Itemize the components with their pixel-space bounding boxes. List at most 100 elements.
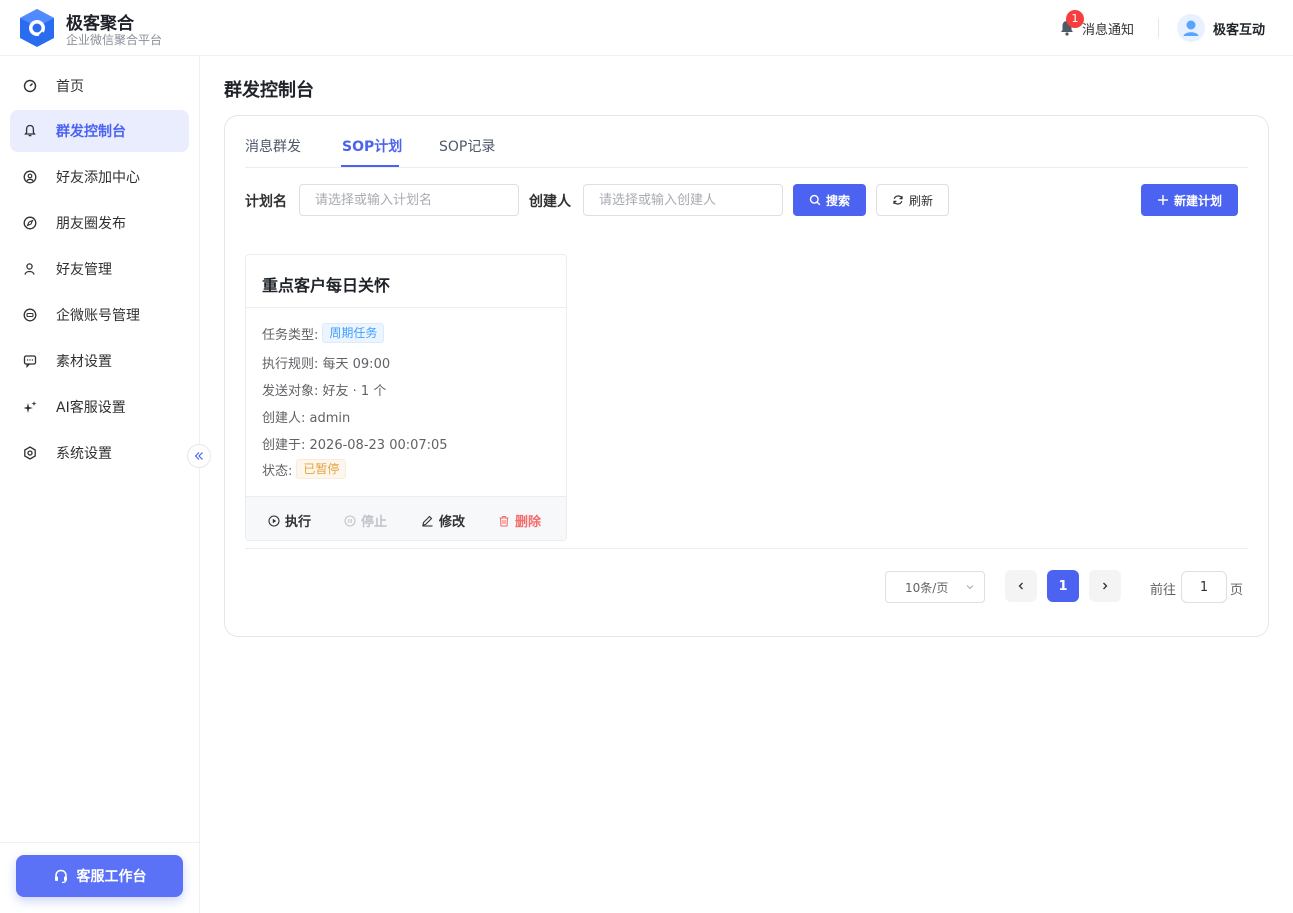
- edit-button[interactable]: 修改: [421, 511, 465, 530]
- execute-button[interactable]: 执行: [268, 511, 311, 530]
- sidebar-item-label: 朋友圈发布: [56, 216, 126, 232]
- header-divider: [1158, 18, 1159, 38]
- delete-button[interactable]: 删除: [498, 511, 541, 530]
- plan-name-input[interactable]: [299, 184, 519, 216]
- sparkle-icon: [22, 399, 38, 415]
- user-name[interactable]: 极客互动: [1213, 19, 1265, 38]
- trash-icon: [499, 515, 509, 527]
- service-workbench-label: 客服工作台: [76, 869, 147, 885]
- sidebar-item-materials[interactable]: 素材设置: [10, 340, 189, 382]
- status-badge: 已暂停: [296, 459, 347, 479]
- user-avatar-icon[interactable]: [1177, 14, 1205, 42]
- tab-sop-plan[interactable]: SOP计划: [342, 136, 402, 156]
- search-button[interactable]: 搜索: [793, 184, 866, 216]
- sidebar-item-label: 素材设置: [56, 354, 112, 370]
- sidebar-item-friends[interactable]: 好友管理: [10, 248, 189, 290]
- gear-icon: [22, 445, 38, 461]
- sidebar-item-label: 好友管理: [56, 262, 112, 278]
- tab-sop-record[interactable]: SOP记录: [439, 136, 495, 156]
- page-suffix-label: 页: [1230, 583, 1244, 598]
- top-header: 极客聚合 企业微信聚合平台 消息通知 1 极客互动: [0, 0, 1293, 56]
- next-page-button[interactable]: [1089, 570, 1121, 602]
- chevron-down-icon: [966, 585, 974, 590]
- creator-label: 创建人: [529, 194, 571, 210]
- chat-icon: [22, 353, 38, 369]
- content-panel: 消息群发 SOP计划 SOP记录 计划名 创建人 搜索 刷新 新建计划 重点客户…: [224, 115, 1269, 637]
- sidebar-item-settings[interactable]: 系统设置: [10, 432, 189, 474]
- plan-type-label: 任务类型:: [262, 327, 319, 343]
- new-plan-button-label: 新建计划: [1173, 193, 1222, 208]
- account-icon: [22, 307, 38, 323]
- sidebar-item-label: 好友添加中心: [56, 170, 140, 186]
- refresh-icon: [893, 195, 903, 205]
- plan-target: 发送对象: 好友 · 1 个: [262, 384, 387, 399]
- sop-plan-card: 重点客户每日关怀 任务类型: 周期任务 执行规则: 每天 09:00 发送对象:…: [245, 254, 567, 541]
- sidebar-item-home[interactable]: 首页: [10, 65, 189, 107]
- pagination-divider: [245, 548, 1248, 549]
- plan-rule: 执行规则: 每天 09:00: [262, 357, 391, 372]
- plan-created-at: 创建于: 2026-08-23 00:07:05: [262, 438, 448, 453]
- stop-label: 停止: [361, 515, 388, 530]
- new-plan-button[interactable]: 新建计划: [1141, 184, 1238, 216]
- tab-bar: 消息群发 SOP计划 SOP记录: [245, 116, 1248, 168]
- sidebar-item-wecom-accounts[interactable]: 企微账号管理: [10, 294, 189, 336]
- tab-broadcast[interactable]: 消息群发: [245, 136, 301, 156]
- plan-creator: 创建人: admin: [262, 411, 351, 426]
- plan-status-label: 状态:: [262, 463, 293, 479]
- user-add-icon: [22, 169, 38, 185]
- prev-page-button[interactable]: [1005, 570, 1037, 602]
- goto-label: 前往: [1150, 583, 1177, 598]
- card-actions: 执行 停止 修改 删除: [246, 496, 566, 540]
- pencil-icon: [422, 515, 433, 527]
- search-icon: [809, 194, 821, 206]
- play-icon: [268, 514, 280, 527]
- headset-icon: [54, 869, 67, 884]
- plan-name-label: 计划名: [245, 194, 287, 210]
- sidebar-item-moments[interactable]: 朋友圈发布: [10, 202, 189, 244]
- page-title: 群发控制台: [224, 80, 314, 101]
- dashboard-icon: [22, 78, 38, 94]
- tab-active-indicator: [341, 165, 399, 167]
- plan-title: 重点客户每日关怀: [262, 276, 391, 295]
- card-divider: [246, 307, 566, 308]
- goto-page-input[interactable]: [1181, 571, 1227, 603]
- plan-type-row: 任务类型: 周期任务: [262, 323, 385, 343]
- page-size-value: 10条/页: [905, 580, 949, 595]
- compass-icon: [22, 215, 38, 231]
- sidebar-item-broadcast[interactable]: 群发控制台: [10, 110, 189, 152]
- search-button-label: 搜索: [825, 193, 850, 208]
- sidebar-divider: [0, 842, 200, 843]
- sidebar-item-label: 系统设置: [56, 446, 112, 462]
- sidebar-item-friend-add[interactable]: 好友添加中心: [10, 156, 189, 198]
- notification-badge: 1: [1066, 10, 1084, 28]
- notification-label: 消息通知: [1082, 22, 1135, 38]
- refresh-button-label: 刷新: [908, 193, 933, 208]
- execute-label: 执行: [285, 515, 312, 530]
- sidebar-item-ai-service[interactable]: AI客服设置: [10, 386, 189, 428]
- page-size-select[interactable]: 10条/页: [885, 571, 985, 603]
- service-workbench-button[interactable]: 客服工作台: [16, 855, 183, 897]
- brand-logo: [20, 9, 54, 47]
- sidebar-collapse-button[interactable]: [187, 444, 211, 468]
- bell-icon: [22, 123, 38, 139]
- page-number-current[interactable]: 1: [1047, 570, 1079, 602]
- sidebar-item-label: 企微账号管理: [56, 308, 140, 324]
- stop-button[interactable]: 停止: [344, 511, 387, 530]
- sidebar-item-label: 首页: [56, 79, 84, 95]
- user-icon: [22, 261, 38, 277]
- chevron-right-icon: [1103, 582, 1108, 590]
- sidebar: 首页 群发控制台 好友添加中心 朋友圈发布 好友管理 企微账号管理 素材设置 A…: [0, 56, 200, 913]
- sidebar-item-label: 群发控制台: [56, 124, 126, 140]
- refresh-button[interactable]: 刷新: [876, 184, 949, 216]
- delete-label: 删除: [515, 515, 542, 530]
- brand-subtitle: 企业微信聚合平台: [66, 33, 163, 47]
- double-chevron-left-icon: [194, 452, 203, 460]
- sidebar-item-label: AI客服设置: [56, 400, 126, 416]
- edit-label: 修改: [439, 515, 466, 530]
- plan-type-tag: 周期任务: [322, 323, 385, 343]
- pause-icon: [344, 514, 356, 527]
- creator-input[interactable]: [583, 184, 783, 216]
- plan-status-row: 状态: 已暂停: [262, 459, 347, 479]
- plus-icon: [1157, 195, 1168, 205]
- chevron-left-icon: [1018, 582, 1023, 590]
